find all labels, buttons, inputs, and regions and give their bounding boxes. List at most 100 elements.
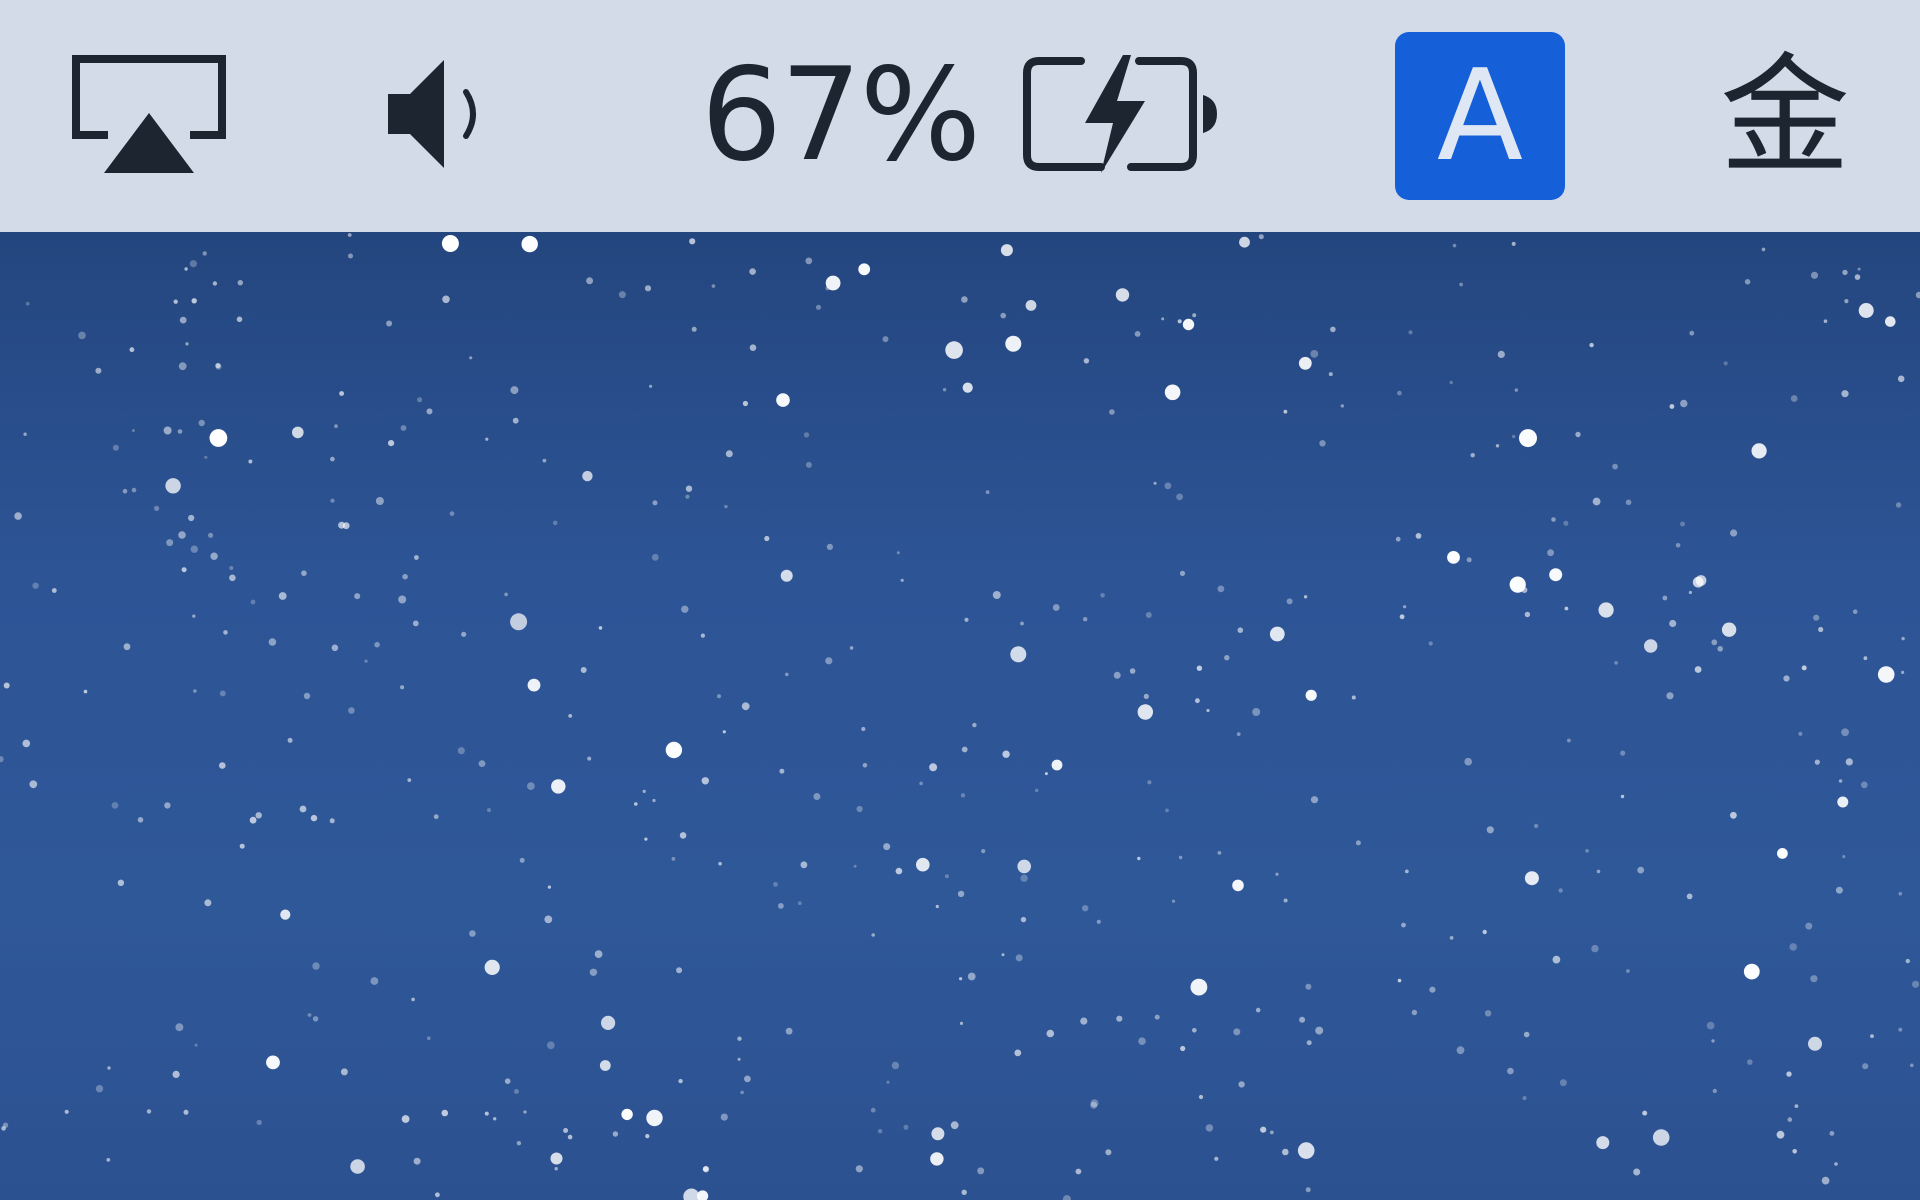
star [665, 741, 683, 759]
star [1233, 1028, 1241, 1036]
star [1591, 944, 1599, 953]
star [1915, 291, 1920, 299]
star [1711, 1039, 1715, 1043]
star [1805, 922, 1813, 930]
star [1558, 888, 1563, 893]
star [741, 702, 750, 711]
star [601, 1015, 616, 1030]
star [64, 1109, 69, 1114]
star [374, 641, 380, 648]
star [1563, 520, 1569, 526]
battery-charging-icon [1019, 49, 1229, 183]
star [1829, 1131, 1835, 1136]
star [441, 1109, 449, 1117]
star [1196, 665, 1203, 671]
clock-menu-item[interactable]: 金 [1720, 0, 1920, 232]
star [1842, 269, 1848, 276]
clock-text: 金 [1720, 40, 1851, 192]
star [292, 426, 304, 439]
star [523, 1110, 527, 1114]
star [861, 726, 866, 732]
volume-menu-item[interactable] [350, 0, 530, 232]
star [1017, 859, 1031, 874]
star [469, 930, 476, 937]
star [702, 1166, 709, 1172]
star [1177, 319, 1182, 324]
star [1000, 312, 1006, 319]
star [1612, 463, 1618, 470]
star [146, 1109, 152, 1114]
star [278, 592, 287, 600]
star [1005, 335, 1022, 352]
star [478, 760, 486, 767]
star [449, 511, 455, 516]
star [1810, 975, 1818, 983]
star [427, 1036, 431, 1040]
menu-bar: 67% A 金 [0, 0, 1920, 232]
star [1852, 609, 1858, 614]
battery-percentage: 67% [700, 41, 981, 190]
star [185, 342, 189, 346]
airplay-menu-item[interactable] [38, 0, 260, 232]
battery-menu-item[interactable]: 67% [680, 0, 1250, 232]
star [1192, 313, 1197, 318]
star [803, 432, 810, 438]
star [1912, 980, 1920, 988]
star [1217, 851, 1222, 855]
star [461, 631, 467, 637]
star [1299, 1016, 1306, 1023]
star [646, 1109, 663, 1127]
star [598, 626, 603, 630]
star [401, 1115, 410, 1123]
star [942, 388, 947, 392]
star [779, 768, 785, 774]
star [805, 461, 812, 468]
input-source-menu-item[interactable]: A [1380, 0, 1580, 232]
star [1046, 1029, 1055, 1038]
star [1010, 646, 1027, 663]
star [685, 485, 693, 492]
star [711, 284, 716, 288]
star [785, 1027, 793, 1035]
star [198, 419, 205, 427]
star [1395, 536, 1401, 542]
star [236, 316, 243, 323]
star [773, 882, 778, 887]
star [469, 356, 473, 360]
star [644, 837, 648, 841]
star [1786, 1071, 1792, 1077]
star [204, 455, 208, 459]
star [1625, 499, 1632, 506]
star [1025, 300, 1037, 311]
star [1897, 375, 1905, 383]
star [1180, 1045, 1186, 1052]
star [962, 382, 973, 393]
star [945, 341, 963, 359]
star [778, 903, 784, 909]
star [1176, 493, 1183, 501]
star [967, 972, 976, 981]
star [519, 857, 525, 863]
star [1810, 271, 1819, 279]
star [1096, 919, 1101, 924]
starfield [0, 233, 1920, 1200]
star [117, 879, 125, 886]
star [219, 690, 226, 697]
star [107, 1066, 111, 1070]
star [375, 497, 384, 505]
star [1547, 549, 1554, 557]
star [1116, 1015, 1123, 1022]
star [1080, 1017, 1088, 1025]
star [815, 304, 822, 310]
star [862, 763, 868, 768]
star [689, 238, 696, 245]
star [1456, 1046, 1465, 1055]
star [1717, 646, 1723, 652]
star [1835, 886, 1843, 894]
star [749, 268, 756, 275]
star [586, 277, 594, 285]
star [749, 344, 757, 351]
star [642, 789, 646, 794]
star [83, 689, 88, 694]
star [903, 1124, 909, 1130]
